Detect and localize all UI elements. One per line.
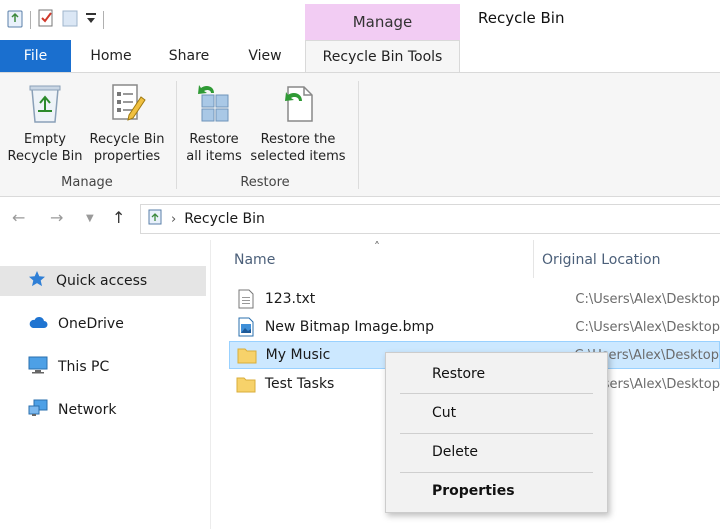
text-file-icon [235,288,257,310]
folder-icon [236,344,258,366]
navigation-bar: ← → ▼ ↑ › Recycle Bin [0,198,720,240]
menu-item-cut[interactable]: Cut [386,398,607,428]
menu-item-properties[interactable]: Properties [386,476,607,506]
restore-group-label: Restore [240,175,290,190]
nav-item-label: This PC [58,359,110,375]
menu-item-delete[interactable]: Delete [386,437,607,467]
restore-selected-icon [248,79,348,127]
file-original-location: C:\Users\Alex\Desktop [575,291,720,307]
properties-small-icon[interactable] [37,8,55,32]
nav-item-label: Quick access [56,273,148,289]
cloud-icon [28,315,48,333]
recycle-bin-small-icon[interactable] [6,8,24,32]
recycle-bin-properties-label-line2: properties [93,149,161,164]
nav-item-this-pc[interactable]: This PC [0,352,206,382]
restore-all-items-label-line1: Restore [189,132,239,147]
menu-separator [400,393,593,394]
recycle-bin-properties-button[interactable]: Recycle Bin properties [86,79,168,165]
breadcrumb-chevron-icon[interactable]: › [171,212,176,227]
network-icon [28,399,48,421]
column-header-original-location[interactable]: Original Location [542,252,660,268]
address-bar[interactable]: › Recycle Bin [140,204,720,234]
window-title: Recycle Bin [478,9,565,27]
file-name: New Bitmap Image.bmp [264,319,435,335]
manage-context-tab-header: Manage [305,4,460,40]
up-arrow-icon[interactable]: ↑ [112,208,125,227]
manage-group-label: Manage [61,175,113,190]
nav-item-onedrive[interactable]: OneDrive [0,309,206,339]
tab-file[interactable]: File [0,40,71,72]
nav-item-network[interactable]: Network [0,395,206,425]
menu-separator [400,433,593,434]
new-folder-small-icon[interactable] [61,8,79,32]
restore-selected-items-button[interactable]: Restore the selected items [248,79,348,165]
file-name: 123.txt [264,291,316,307]
toolbar-divider [30,11,31,29]
file-original-location: C:\Users\Alex\Desktop [575,319,720,335]
tab-recycle-bin-tools[interactable]: Recycle Bin Tools [305,40,460,73]
restore-all-icon [182,79,246,127]
empty-recycle-bin-button[interactable]: Empty Recycle Bin [6,79,84,165]
file-row-123-txt[interactable]: 123.txt C:\Users\Alex\Desktop [229,285,720,313]
file-row-new-bitmap-image[interactable]: New Bitmap Image.bmp C:\Users\Alex\Deskt… [229,313,720,341]
recycle-bin-address-icon [147,208,163,230]
restore-all-items-label-line2: all items [186,149,242,164]
back-arrow-icon[interactable]: ← [12,208,25,227]
navigation-pane: Quick access OneDrive This PC Network [0,240,210,529]
column-divider[interactable] [533,240,534,278]
nav-item-quick-access[interactable]: Quick access [0,266,206,296]
customize-toolbar-icon[interactable] [85,11,97,29]
nav-item-label: Network [58,402,117,418]
breadcrumb-recycle-bin[interactable]: Recycle Bin [184,211,265,227]
quick-access-toolbar [6,7,104,33]
context-menu: Restore Cut Delete Properties [385,352,608,513]
forward-arrow-icon[interactable]: → [50,208,63,227]
folder-icon [235,373,257,395]
menu-item-restore[interactable]: Restore [386,359,607,389]
restore-selected-items-label-line2: selected items [250,149,346,164]
recent-locations-chevron-icon[interactable]: ▼ [86,213,94,224]
tab-home[interactable]: Home [71,40,151,72]
column-header-name[interactable]: Name [234,252,275,268]
tab-share[interactable]: Share [151,40,227,72]
restore-selected-items-label-line1: Restore the [260,132,336,147]
ribbon-tabs: File Home Share View Recycle Bin Tools [0,40,720,73]
properties-icon [86,79,168,127]
nav-item-label: OneDrive [58,316,124,332]
ribbon-group-divider [176,81,177,189]
recycle-bin-properties-label-line1: Recycle Bin [89,132,165,147]
ribbon-group-divider [358,81,359,189]
recycle-bin-icon [6,79,84,127]
tab-view[interactable]: View [227,40,303,72]
restore-all-items-button[interactable]: Restore all items [182,79,246,165]
toolbar-divider [103,11,104,29]
monitor-icon [28,356,48,378]
title-bar: Manage Recycle Bin [0,0,720,40]
bitmap-file-icon [235,316,257,338]
sort-ascending-icon: ˄ [374,240,380,254]
empty-recycle-bin-label-line1: Empty [24,132,66,147]
ribbon: Empty Recycle Bin Recycle Bin properties… [0,72,720,197]
star-icon [28,270,46,292]
empty-recycle-bin-label-line2: Recycle Bin [7,149,83,164]
menu-separator [400,472,593,473]
